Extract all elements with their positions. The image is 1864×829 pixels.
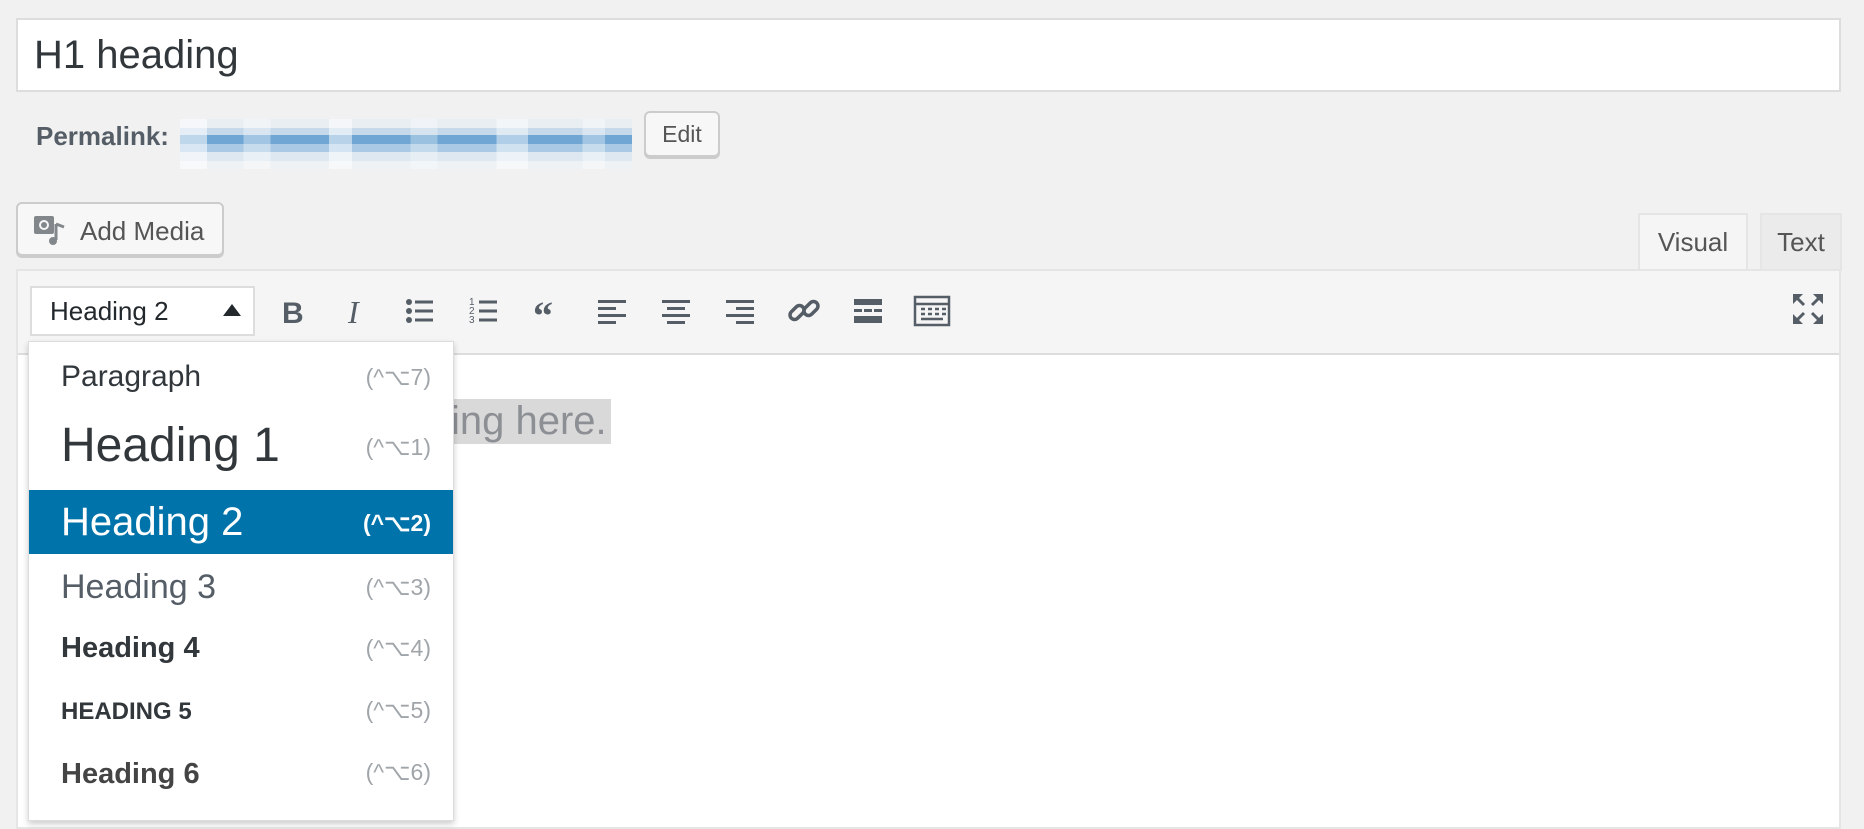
read-more-icon[interactable]	[848, 291, 888, 331]
format-select-value: Heading 2	[50, 296, 169, 326]
format-option-shortcut: (^⌥2)	[362, 510, 431, 536]
fullscreen-icon[interactable]	[1788, 289, 1828, 329]
format-option-heading-2[interactable]: Heading 2 (^⌥2)	[29, 490, 453, 554]
tab-text[interactable]: Text	[1760, 213, 1842, 271]
format-option-label: HEADING 5	[61, 698, 192, 725]
tab-visual[interactable]: Visual	[1638, 213, 1748, 271]
format-option-heading-5[interactable]: HEADING 5 (^⌥5)	[29, 680, 453, 742]
format-option-heading-1[interactable]: Heading 1 (^⌥1)	[29, 408, 453, 476]
svg-text:B: B	[282, 297, 304, 327]
format-option-label: Paragraph	[61, 360, 202, 393]
blockquote-icon[interactable]: “	[528, 291, 568, 331]
format-option-label: Heading 6	[61, 758, 200, 790]
svg-text:“: “	[533, 295, 553, 327]
align-center-icon[interactable]	[656, 291, 696, 331]
post-title-input[interactable]: H1 heading	[16, 18, 1841, 92]
format-select[interactable]: Heading 2	[30, 286, 255, 336]
bold-icon[interactable]: B	[272, 291, 312, 331]
format-option-shortcut: (^⌥1)	[365, 434, 431, 460]
permalink-label: Permalink:	[36, 121, 169, 151]
numbered-list-icon[interactable]: 1 2 3	[464, 291, 504, 331]
format-option-heading-6[interactable]: Heading 6 (^⌥6)	[29, 742, 453, 806]
format-option-label: Heading 1	[61, 419, 280, 472]
format-option-shortcut: (^⌥7)	[365, 364, 431, 390]
add-media-label: Add Media	[80, 216, 205, 246]
caret-up-icon	[223, 304, 241, 316]
format-option-heading-3[interactable]: Heading 3 (^⌥3)	[29, 554, 453, 618]
align-right-icon[interactable]	[720, 291, 760, 331]
media-icon	[32, 214, 68, 246]
permalink-url[interactable]	[180, 119, 632, 169]
format-option-heading-4[interactable]: Heading 4 (^⌥4)	[29, 618, 453, 680]
format-option-label: Heading 2	[61, 500, 244, 544]
italic-icon[interactable]: I	[336, 291, 376, 331]
svg-text:3: 3	[469, 315, 475, 326]
bulleted-list-icon[interactable]	[400, 291, 440, 331]
format-option-paragraph[interactable]: Paragraph (^⌥7)	[29, 342, 453, 408]
format-option-shortcut: (^⌥6)	[365, 759, 431, 785]
format-option-shortcut: (^⌥5)	[365, 697, 431, 723]
format-option-shortcut: (^⌥3)	[365, 574, 431, 600]
format-option-label: Heading 3	[61, 568, 217, 606]
edit-permalink-button[interactable]: Edit	[644, 111, 720, 157]
add-media-button[interactable]: Add Media	[16, 202, 224, 256]
link-icon[interactable]	[784, 291, 824, 331]
format-dropdown-menu: Paragraph (^⌥7) Heading 1 (^⌥1) Heading …	[28, 341, 454, 821]
toolbar-toggle-icon[interactable]	[912, 291, 952, 331]
format-option-shortcut: (^⌥4)	[365, 635, 431, 661]
format-option-label: Heading 4	[61, 632, 200, 664]
align-left-icon[interactable]	[592, 291, 632, 331]
svg-text:I: I	[347, 295, 360, 327]
